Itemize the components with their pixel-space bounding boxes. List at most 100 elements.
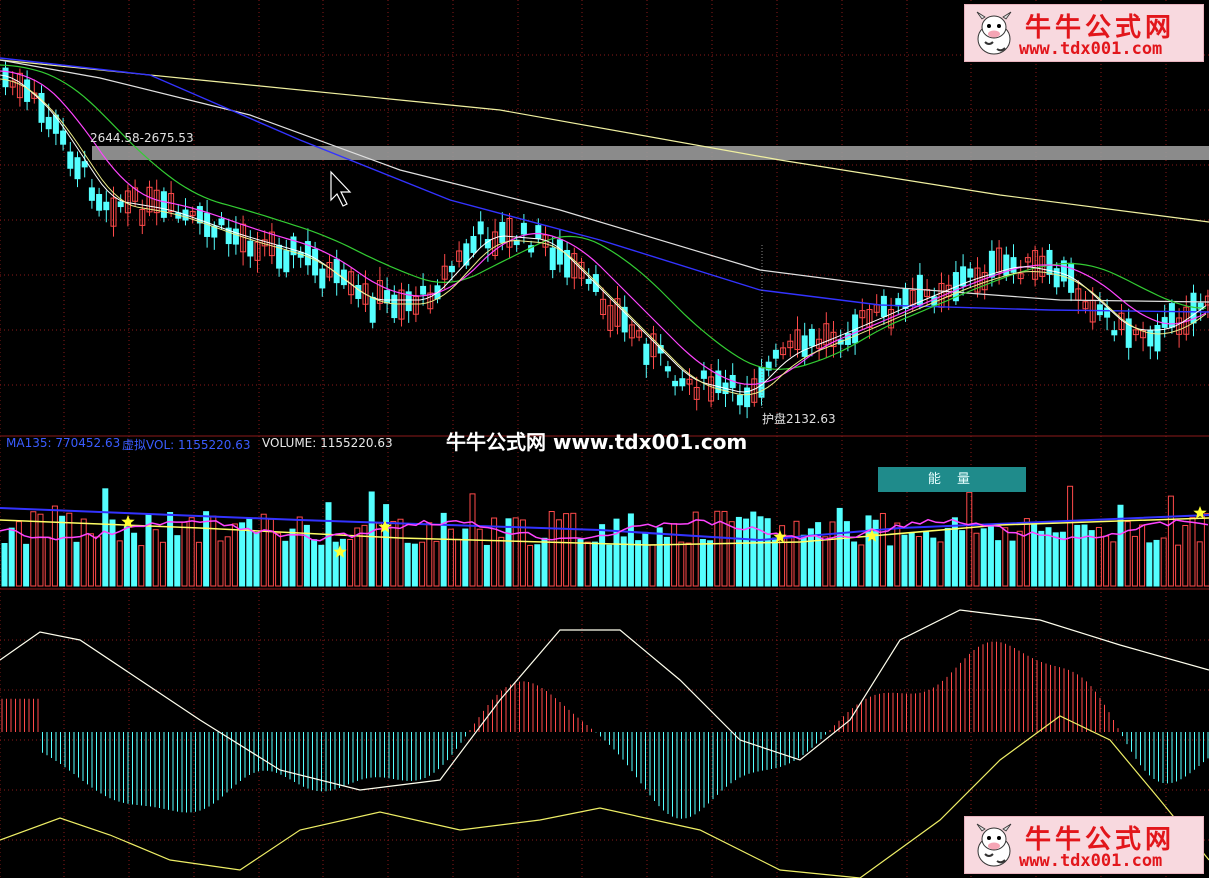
volume-bar [1167, 495, 1174, 587]
volume-bar [771, 537, 778, 587]
volume-bar [476, 528, 483, 587]
volume-bar [426, 522, 433, 587]
volume-bar [800, 534, 807, 587]
price-range-highlight [92, 146, 1209, 160]
volume-bar [570, 512, 577, 587]
volume-bar [548, 511, 555, 587]
ma-yellow-short [0, 78, 1207, 396]
volume-bar [980, 528, 987, 587]
candle-body [808, 328, 815, 347]
volume-bar [1139, 524, 1146, 587]
volume-bar [591, 541, 598, 587]
candle-body [535, 225, 542, 239]
volume-bar [858, 544, 865, 587]
volume-bar [555, 519, 562, 587]
volume-bar [195, 541, 202, 587]
volume-bar [505, 518, 512, 587]
volume-bar [671, 523, 678, 587]
volume-bar [260, 513, 267, 587]
cursor-arrow-icon [330, 170, 352, 207]
volume-bar [541, 537, 548, 587]
volume-bar [1067, 485, 1074, 587]
volume-bar [433, 540, 440, 587]
volume-bar [901, 534, 908, 587]
macd-histogram [1, 641, 1209, 819]
candle-body [967, 268, 974, 278]
volume-bar [390, 520, 397, 587]
volume-bar [1196, 541, 1203, 587]
volume-bar [217, 540, 224, 587]
volume-bar [455, 538, 462, 587]
volume-bar [642, 531, 649, 587]
volume-bar [203, 511, 210, 587]
volume-bar [1189, 517, 1196, 587]
volume-bar [116, 540, 123, 587]
volume-bar [66, 512, 73, 587]
volume-bar [282, 540, 289, 587]
volume-bar [908, 532, 915, 587]
volume-bar [1175, 544, 1182, 587]
moving-average-lines [0, 57, 1209, 396]
volume-bar [159, 541, 166, 587]
volume-bar [361, 524, 368, 587]
candle-body [880, 295, 887, 318]
volume-bar [51, 505, 58, 587]
volume-bar [109, 519, 116, 587]
candle-body [117, 201, 124, 208]
virtual-vol-label: 虚拟VOL: 1155220.63 [122, 438, 251, 452]
watermark-url: www.tdx001.com [1019, 851, 1163, 871]
volume-bar [95, 536, 102, 587]
volume-bar [879, 512, 886, 587]
volume-bar [138, 545, 145, 587]
volume-bar [30, 511, 37, 587]
candle-body [549, 247, 556, 271]
center-watermark: 牛牛公式网 www.tdx001.com [446, 430, 748, 454]
volume-bar [181, 521, 188, 587]
volume-bar [8, 527, 15, 587]
volume-bar [318, 544, 325, 587]
volume-bar [584, 541, 591, 587]
volume-bar [527, 544, 534, 587]
candle-body [700, 370, 707, 379]
volume-bar [656, 527, 663, 587]
volume-bar [930, 537, 937, 587]
volume-bar [959, 530, 966, 587]
volume-bar [37, 513, 44, 587]
volume-bar [498, 536, 505, 587]
volume-bar [383, 504, 390, 587]
candle-body [801, 335, 808, 357]
candle-body [247, 240, 254, 257]
volume-bar [368, 491, 375, 587]
candle-body [470, 236, 477, 253]
volume-bar [1160, 537, 1167, 587]
volume-label: VOLUME: 1155220.63 [262, 436, 393, 450]
volume-bar [419, 541, 426, 587]
ma-magenta [0, 70, 1207, 386]
volume-bar [1131, 535, 1138, 587]
volume-bar [59, 515, 66, 587]
candle-body [96, 193, 103, 211]
volume-bar [937, 541, 944, 587]
candle-body [736, 394, 743, 406]
volume-bar [735, 516, 742, 587]
candle-body [384, 290, 391, 304]
volume-bar [1016, 530, 1023, 587]
volume-bar [1, 543, 8, 587]
volume-bar [1110, 541, 1117, 587]
volume-bar [411, 543, 418, 587]
volume-bar [167, 511, 174, 587]
candle-body [643, 343, 650, 365]
volume-bar [534, 544, 541, 587]
volume-bar [1103, 535, 1110, 587]
volume-bar [325, 502, 332, 587]
volume-bar [44, 536, 51, 587]
volume-bar [447, 528, 454, 587]
volume-bar [995, 540, 1002, 587]
energy-button[interactable]: 能 量 [878, 467, 1026, 492]
candle-body [448, 265, 455, 273]
volume-bar [303, 524, 310, 587]
volume-bar [728, 521, 735, 587]
volume-bar [1088, 530, 1095, 587]
volume-bar [1052, 532, 1059, 587]
candle-body [420, 285, 427, 295]
